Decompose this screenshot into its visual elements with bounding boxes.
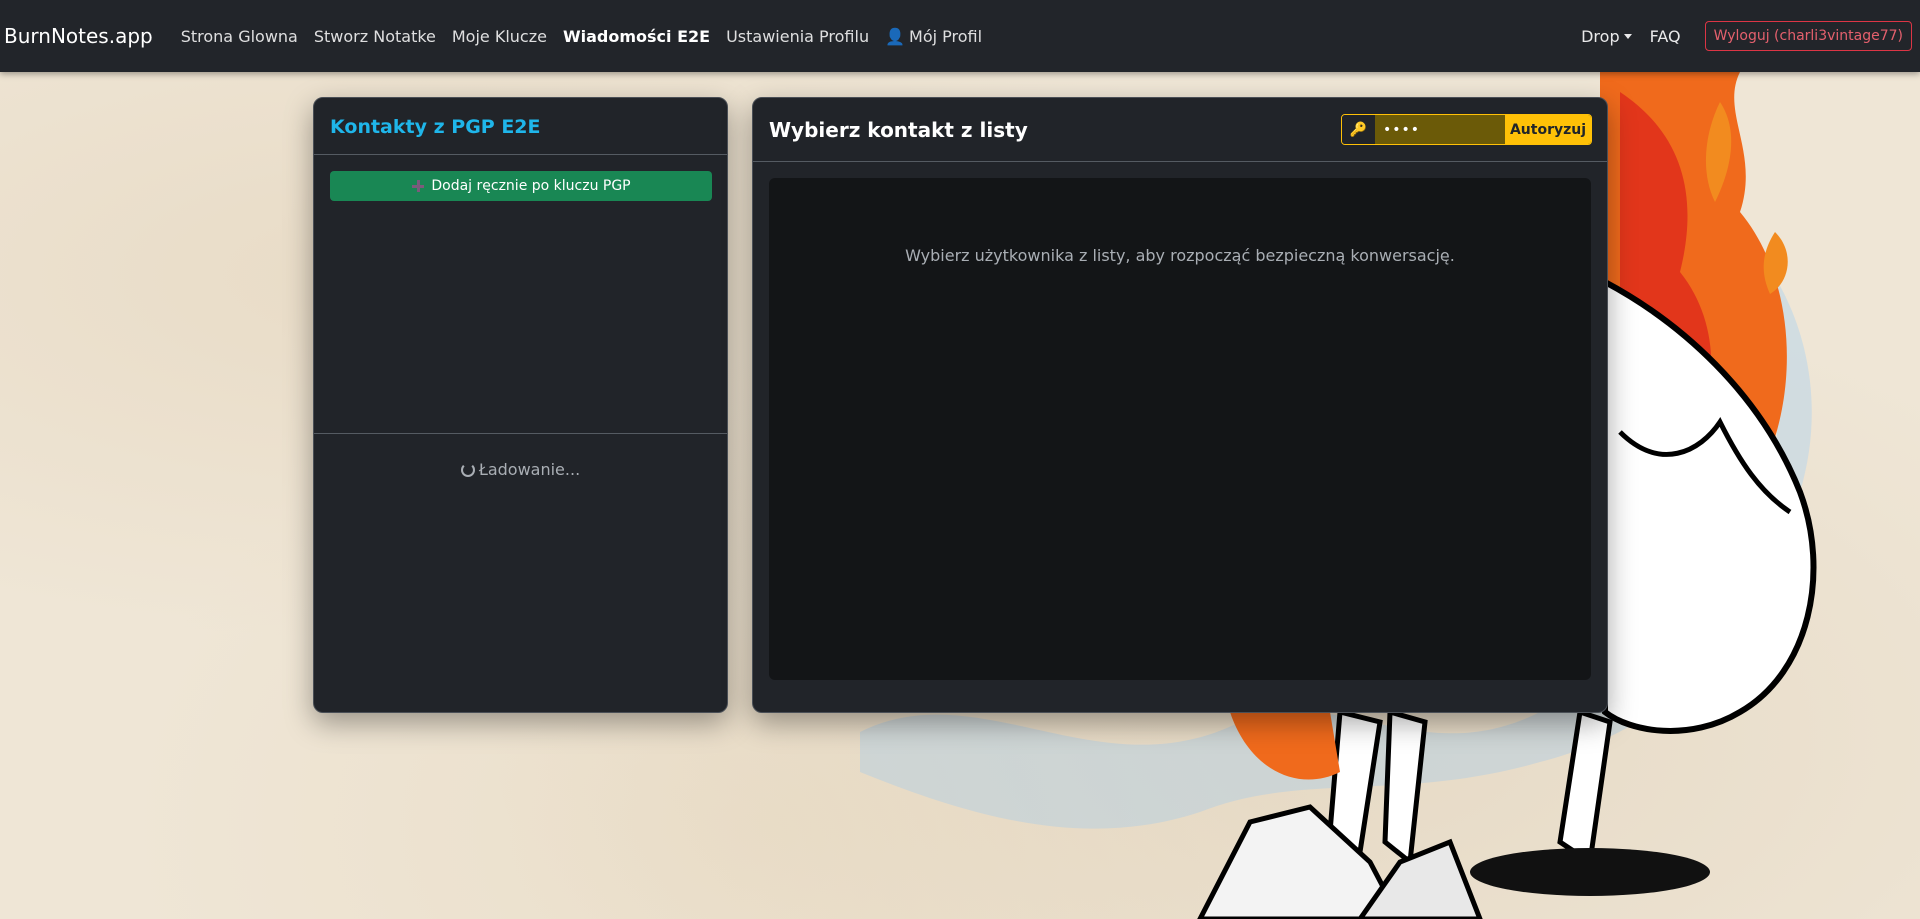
faq-link[interactable]: FAQ xyxy=(1650,27,1681,46)
key-icon: 🔑 xyxy=(1342,115,1375,144)
contacts-title: Kontakty z PGP E2E xyxy=(330,116,541,138)
nav-links: Strona Glowna Stworz Notatke Moje Klucze… xyxy=(181,27,998,46)
nav-right: Drop FAQ Wyloguj (charli3vintage77) xyxy=(1581,21,1912,51)
caret-down-icon xyxy=(1623,33,1632,39)
brand-logo[interactable]: BurnNotes.app xyxy=(4,24,153,48)
divider xyxy=(314,433,727,434)
chat-title: Wybierz kontakt z listy xyxy=(769,118,1028,142)
divider xyxy=(753,161,1607,162)
password-input[interactable] xyxy=(1375,115,1505,144)
spinner-icon xyxy=(460,462,475,477)
auth-input-group: 🔑 Autoryzuj xyxy=(1341,114,1592,145)
add-contact-label: Dodaj ręcznie po kluczu PGP xyxy=(431,178,631,194)
contacts-card: Kontakty z PGP E2E Dodaj ręcznie po kluc… xyxy=(313,97,728,713)
nav-link-my-profile[interactable]: 👤 Mój Profil xyxy=(885,27,982,46)
navbar: BurnNotes.app Strona Glowna Stworz Notat… xyxy=(0,0,1920,72)
loading-indicator: Ładowanie... xyxy=(314,460,727,479)
nav-link-create-note[interactable]: Stworz Notatke xyxy=(314,27,436,46)
drop-dropdown[interactable]: Drop xyxy=(1581,27,1632,46)
nav-link-my-profile-label: Mój Profil xyxy=(909,26,983,46)
drop-label: Drop xyxy=(1581,26,1620,46)
nav-link-home[interactable]: Strona Glowna xyxy=(181,27,298,46)
chat-placeholder-text: Wybierz użytkownika z listy, aby rozpocz… xyxy=(905,246,1455,265)
add-contact-button[interactable]: Dodaj ręcznie po kluczu PGP xyxy=(330,171,712,201)
logout-button[interactable]: Wyloguj (charli3vintage77) xyxy=(1704,21,1912,51)
authorize-button[interactable]: Autoryzuj xyxy=(1505,115,1591,144)
nav-link-my-keys[interactable]: Moje Klucze xyxy=(452,27,547,46)
chat-messages-area: Wybierz użytkownika z listy, aby rozpocz… xyxy=(769,178,1591,680)
chat-card: Wybierz kontakt z listy 🔑 Autoryzuj Wybi… xyxy=(752,97,1608,713)
nav-link-profile-settings[interactable]: Ustawienia Profilu xyxy=(726,27,869,46)
person-icon: 👤 xyxy=(885,26,906,46)
loading-text: Ładowanie... xyxy=(478,460,581,479)
divider xyxy=(314,154,727,155)
nav-link-e2e-messages[interactable]: Wiadomości E2E xyxy=(563,27,710,46)
plus-icon xyxy=(411,179,425,193)
